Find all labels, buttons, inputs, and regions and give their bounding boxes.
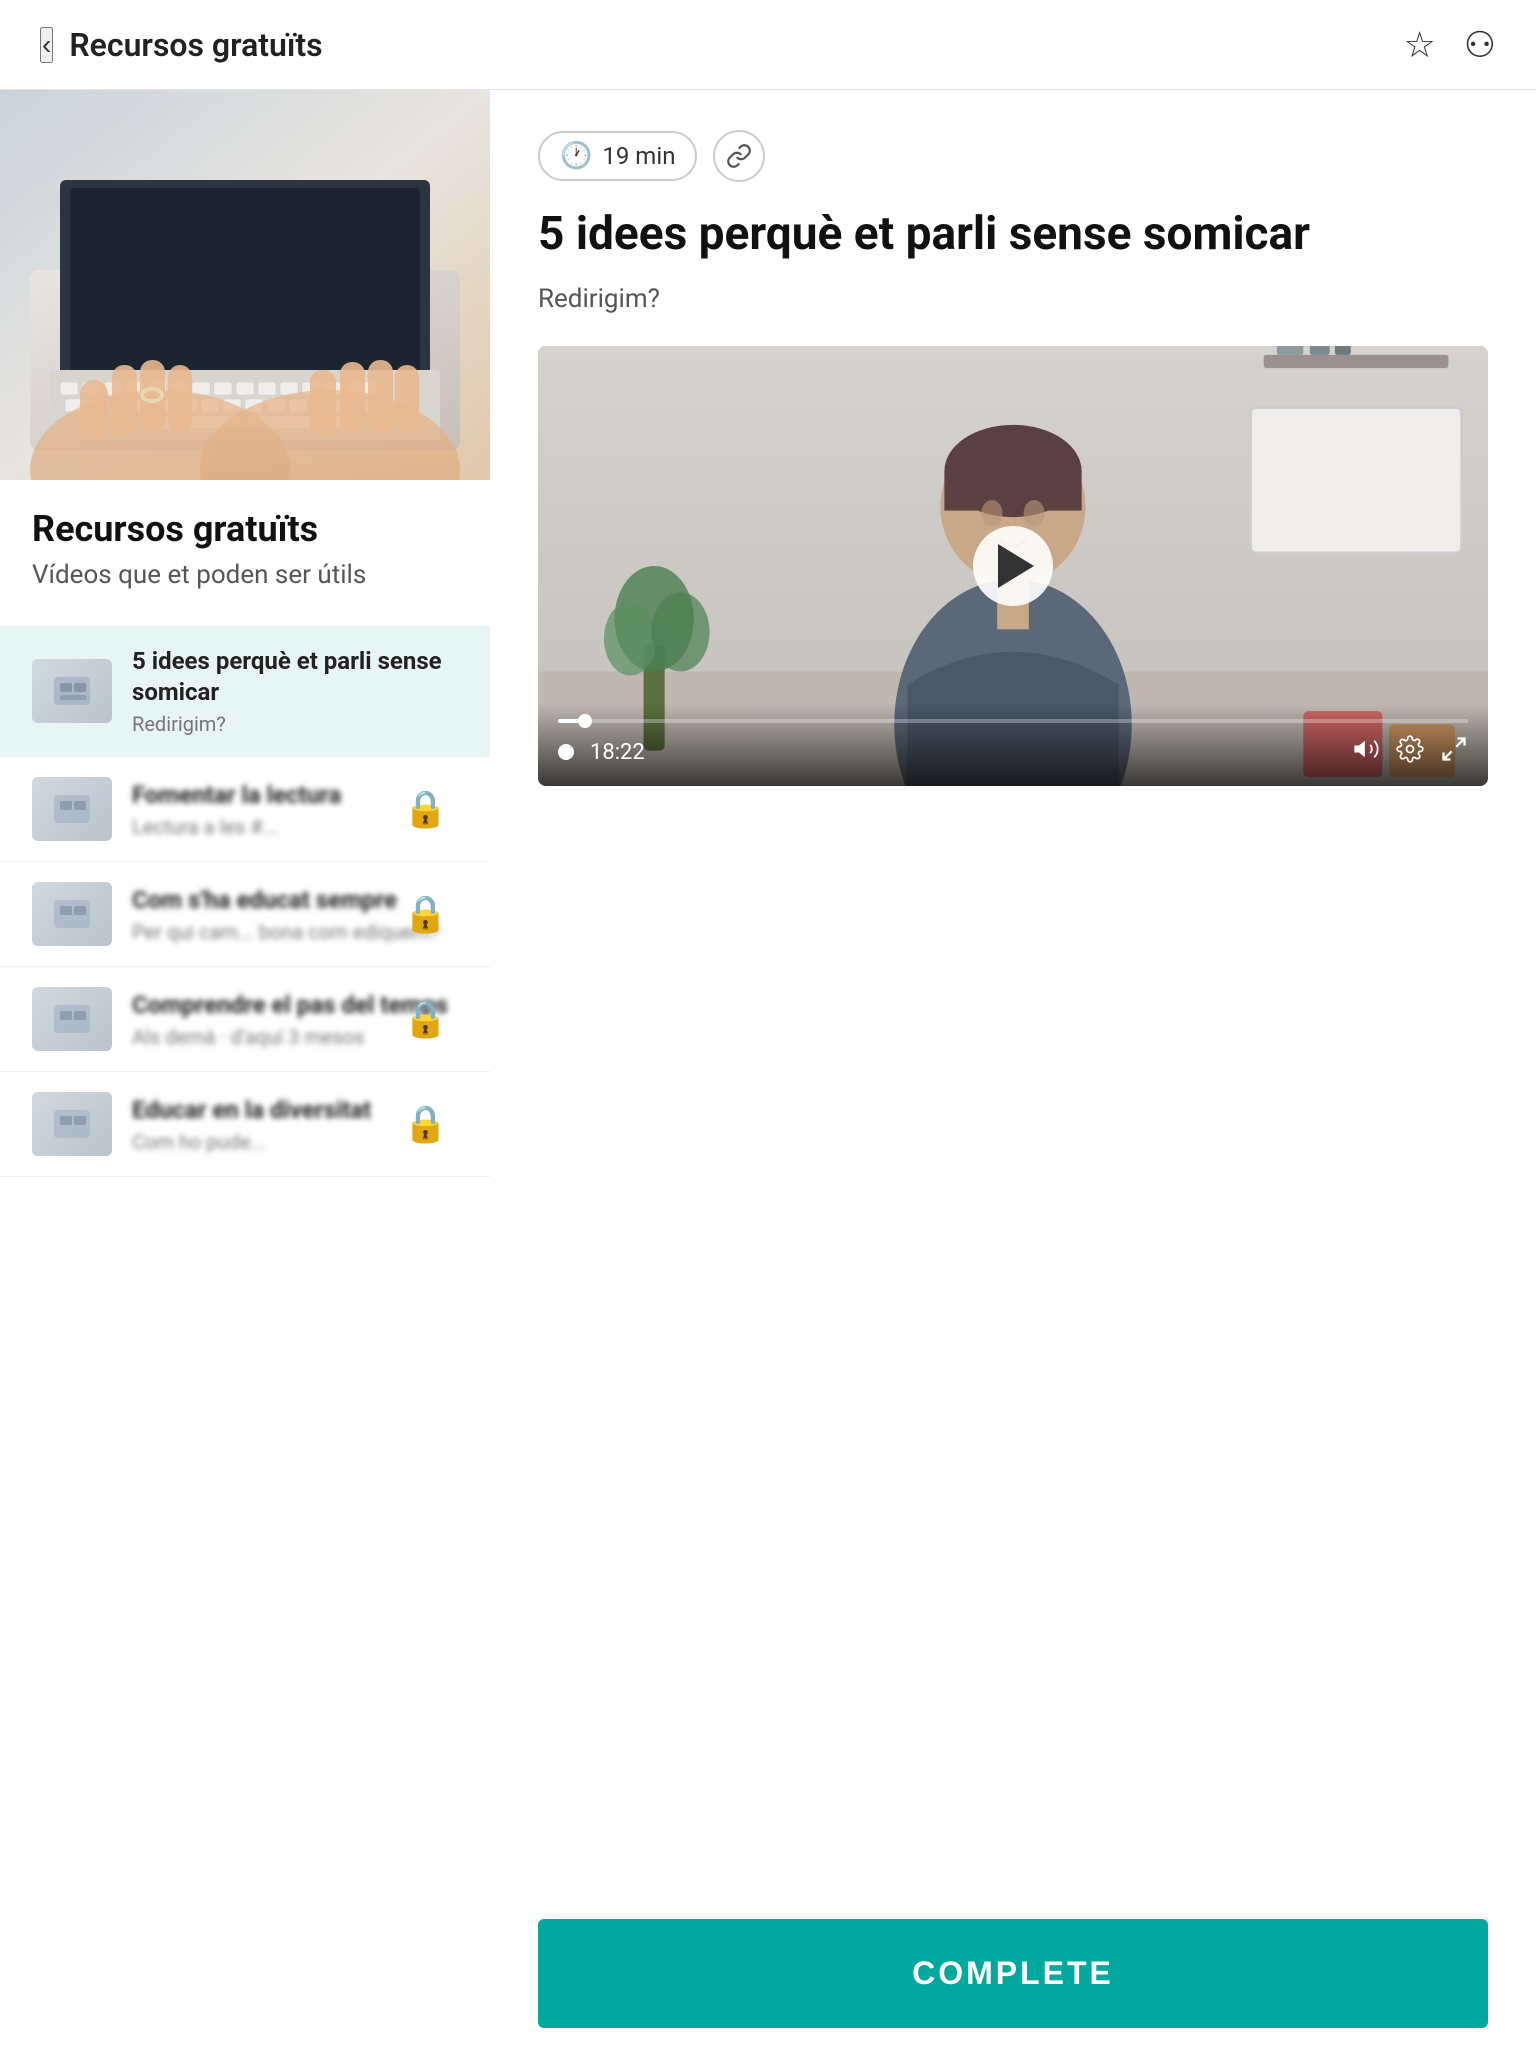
complete-button-container: COMPLETE: [490, 1899, 1536, 2048]
clock-icon: 🕐: [560, 141, 592, 171]
list-item[interactable]: Comprendre el pas del temps Als demà · d…: [0, 967, 490, 1072]
list-item-thumbnail: [32, 777, 112, 841]
play-triangle-icon: [998, 544, 1034, 588]
meta-row: 🕐 19 min: [538, 130, 1488, 182]
content-subtitle: Redirigim?: [538, 284, 1488, 314]
lock-icon: 🔒: [403, 893, 448, 935]
lock-icon: 🔒: [403, 998, 448, 1040]
controls-row: 18:22: [558, 735, 1468, 770]
content-list: 5 idees perquè et parli sense somicar Re…: [0, 610, 490, 1193]
list-item[interactable]: Educar en la diversitat Com ho pude... 🔒: [0, 1072, 490, 1177]
progress-bar[interactable]: [558, 719, 1468, 723]
section-subtitle: Vídeos que et poden ser útils: [32, 560, 458, 590]
duration-label: 19 min: [602, 142, 675, 170]
bookmark-button[interactable]: ☆: [1403, 27, 1435, 63]
header-icons: ☆ ⚇: [1403, 27, 1496, 63]
list-item-info: 5 idees perquè et parli sense somicar Re…: [132, 646, 458, 736]
video-player[interactable]: 18:22: [538, 346, 1488, 786]
list-item-subtitle: Redirigim?: [132, 712, 458, 736]
header-left: ‹ Recursos gratuïts: [40, 26, 323, 64]
lock-icon: 🔒: [403, 1103, 448, 1145]
section-title: Recursos gratuïts: [32, 508, 458, 550]
list-item-info: Fomentar la lectura Lectura a les #... 🔒: [132, 780, 458, 839]
list-item-info: Com s'ha educat sempre Per qui cam... bo…: [132, 885, 458, 944]
right-column: 🕐 19 min 5 idees perquè et parli sense s…: [490, 90, 1536, 1193]
list-item-thumbnail: [32, 659, 112, 723]
list-item[interactable]: Fomentar la lectura Lectura a les #... 🔒: [0, 757, 490, 862]
settings-icon[interactable]: [1396, 735, 1424, 770]
list-item[interactable]: 5 idees perquè et parli sense somicar Re…: [0, 626, 490, 757]
header: ‹ Recursos gratuïts ☆ ⚇: [0, 0, 1536, 90]
time-display: 18:22: [590, 740, 1336, 765]
play-button[interactable]: [973, 526, 1053, 606]
list-item[interactable]: Com s'ha educat sempre Per qui cam... bo…: [0, 862, 490, 967]
play-pause-dot[interactable]: [558, 744, 574, 760]
complete-button[interactable]: COMPLETE: [538, 1919, 1488, 2028]
progress-dot: [578, 714, 592, 728]
video-controls: 18:22: [538, 703, 1488, 786]
list-item-info: Educar en la diversitat Com ho pude... 🔒: [132, 1095, 458, 1154]
video-thumb-icon: [52, 1108, 92, 1140]
list-item-info: Comprendre el pas del temps Als demà · d…: [132, 990, 458, 1049]
link-button[interactable]: [713, 130, 765, 182]
lock-icon: 🔒: [403, 788, 448, 830]
list-item-thumbnail: [32, 1092, 112, 1156]
list-item-thumbnail: [32, 987, 112, 1051]
duration-badge: 🕐 19 min: [538, 131, 697, 181]
share-link-button[interactable]: ⚇: [1464, 27, 1496, 63]
hero-image-inner: [0, 90, 490, 480]
video-thumb-icon: [52, 675, 92, 707]
volume-svg: [1352, 735, 1380, 763]
chain-link-icon: [726, 143, 752, 169]
list-item-title: 5 idees perquè et parli sense somicar: [132, 646, 458, 708]
hero-laptop-illustration: [0, 90, 490, 480]
hero-image: [0, 90, 490, 480]
section-info: Recursos gratuïts Vídeos que et poden se…: [0, 480, 490, 610]
list-item-thumbnail: [32, 882, 112, 946]
fullscreen-icon[interactable]: [1440, 735, 1468, 770]
gear-svg: [1396, 735, 1424, 763]
back-button[interactable]: ‹: [40, 27, 53, 63]
video-thumb-icon: [52, 898, 92, 930]
left-column: Recursos gratuïts Vídeos que et poden se…: [0, 90, 490, 1193]
progress-fill: [558, 719, 585, 723]
content-title: 5 idees perquè et parli sense somicar: [538, 206, 1488, 264]
video-thumb-icon: [52, 793, 92, 825]
fullscreen-svg: [1440, 735, 1468, 763]
main-content: Recursos gratuïts Vídeos que et poden se…: [0, 90, 1536, 1193]
volume-icon[interactable]: [1352, 735, 1380, 770]
video-thumb-icon: [52, 1003, 92, 1035]
header-title: Recursos gratuïts: [69, 26, 322, 64]
